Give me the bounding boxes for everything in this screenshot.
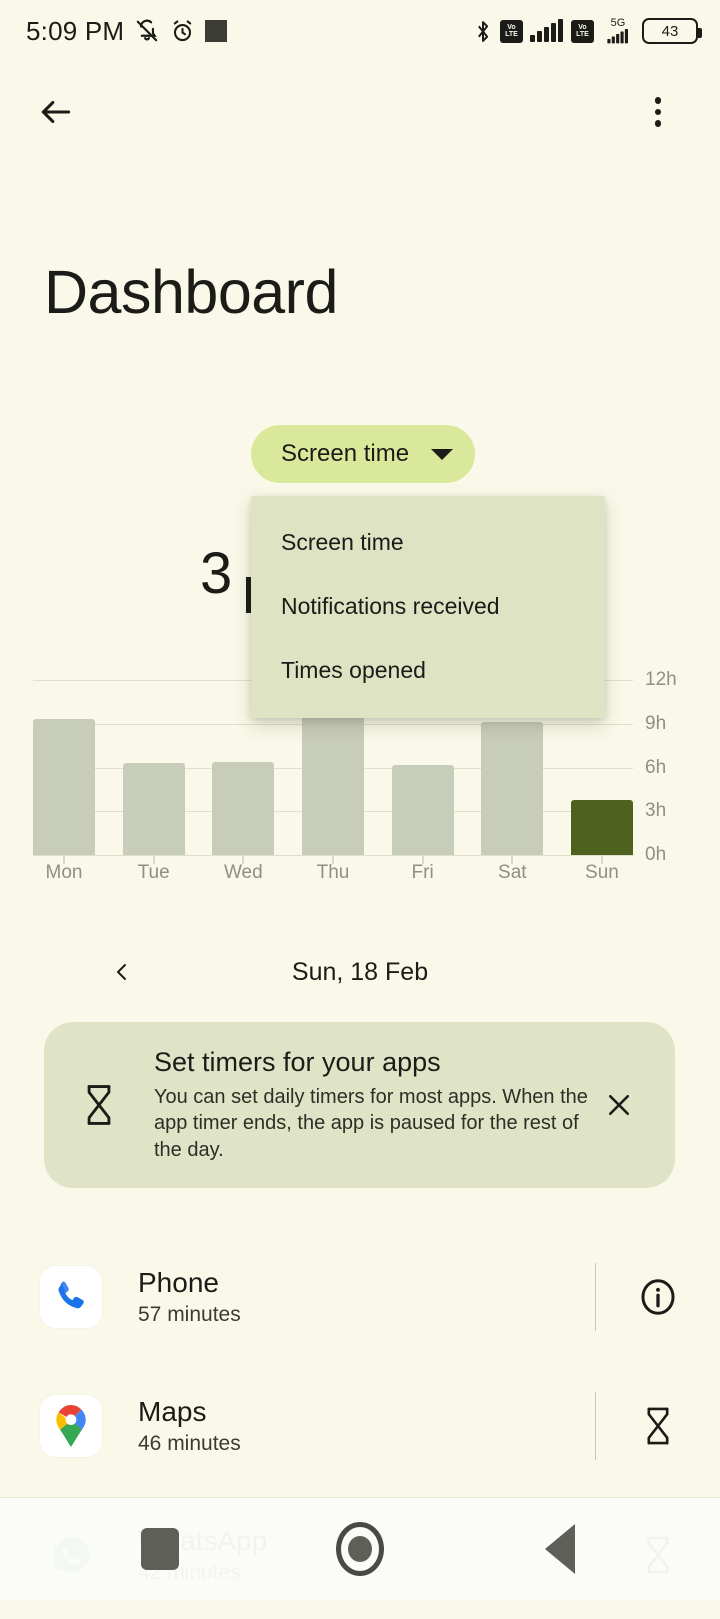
signal-icon-1 — [530, 19, 564, 43]
date-navigation: Sun, 18 Feb — [100, 945, 620, 999]
y-axis-label-0h: 0h — [645, 844, 667, 865]
metric-selector-dropdown: Screen time Notifications received Times… — [251, 496, 605, 718]
app-timer-button[interactable] — [596, 1405, 720, 1447]
app-usage-time: 57 minutes — [138, 1303, 241, 1327]
info-icon — [641, 1278, 675, 1315]
x-axis-tick — [421, 856, 424, 864]
overflow-menu-button[interactable] — [632, 86, 684, 138]
previous-day-button[interactable] — [100, 950, 144, 994]
volte-top-2: Vo — [578, 24, 587, 31]
maps-app-icon — [40, 1394, 102, 1457]
app-info-button[interactable] — [596, 1276, 720, 1318]
mute-bell-icon — [134, 18, 160, 44]
menu-item-times-opened[interactable]: Times opened — [251, 638, 605, 702]
system-back-button[interactable] — [515, 1504, 605, 1594]
app-name: Maps — [138, 1395, 207, 1427]
battery-icon: 43 — [642, 18, 702, 44]
list-item-text: Phone 57 minutes — [138, 1266, 595, 1327]
5g-label: 5G — [610, 17, 626, 29]
recents-icon — [141, 1528, 179, 1570]
bar-sat[interactable] — [481, 722, 544, 855]
y-axis-label-9h: 9h — [645, 712, 667, 734]
metric-selector-label: Screen time — [281, 440, 410, 467]
tip-card-description: You can set daily timers for most apps. … — [154, 1085, 588, 1161]
x-axis-label-wed: Wed — [223, 862, 263, 883]
y-axis-label-6h: 6h — [645, 756, 667, 778]
recents-button[interactable] — [115, 1504, 205, 1594]
x-axis-tick — [511, 856, 514, 864]
bar-sun[interactable] — [570, 799, 633, 855]
bar-column[interactable] — [122, 680, 185, 855]
page-title: Dashboard — [44, 258, 338, 326]
list-item[interactable]: Maps 46 minutes — [0, 1361, 720, 1490]
x-axis-label-tue: Tue — [137, 862, 170, 883]
bluetooth-icon — [473, 19, 493, 44]
app-bar — [0, 76, 720, 148]
x-axis-label-thu: Thu — [316, 862, 350, 883]
y-axis-label-12h: 12h — [645, 669, 677, 690]
back-arrow-icon — [41, 100, 71, 124]
app-name: Phone — [138, 1266, 219, 1298]
menu-item-screen-time[interactable]: Screen time — [251, 510, 605, 574]
app-usage-time: 46 minutes — [138, 1432, 241, 1456]
square-status-icon — [205, 20, 228, 42]
set-timers-tip-card[interactable]: Set timers for your apps You can set dai… — [44, 1022, 675, 1188]
x-axis-label-sat: Sat — [498, 862, 527, 883]
system-navigation-bar — [0, 1497, 720, 1600]
hourglass-icon — [44, 1082, 154, 1128]
tip-card-body: Set timers for your apps You can set dai… — [154, 1047, 589, 1163]
x-axis-tick — [242, 856, 245, 864]
status-bar: 5:09 PM Vo LTE Vo LTE 5G 43 — [0, 0, 720, 62]
x-axis-tick — [63, 856, 65, 864]
chevron-left-icon — [117, 964, 126, 980]
battery-level: 43 — [661, 22, 679, 40]
x-axis-tick — [152, 856, 155, 864]
y-axis-label-3h: 3h — [645, 800, 667, 822]
metric-selector-chip[interactable]: Screen time — [251, 425, 476, 483]
back-button[interactable] — [30, 86, 82, 138]
x-axis-tick — [332, 856, 334, 864]
current-date-label: Sun, 18 Feb — [291, 957, 429, 986]
more-vertical-icon — [654, 97, 662, 127]
volte-bottom-2: LTE — [576, 31, 589, 38]
bar-wed[interactable] — [212, 761, 275, 855]
hourglass-icon — [647, 1407, 669, 1444]
bar-column[interactable] — [33, 680, 95, 855]
status-bar-right: Vo LTE Vo LTE 5G 43 — [473, 18, 702, 44]
phone-glyph-icon — [58, 1281, 84, 1308]
x-axis-label-sun: Sun — [585, 862, 619, 883]
text-cursor — [246, 577, 251, 613]
status-bar-left: 5:09 PM — [26, 15, 228, 47]
bar-mon[interactable] — [33, 719, 95, 855]
volte-icon-1: Vo LTE — [500, 19, 523, 43]
home-button[interactable] — [315, 1504, 405, 1594]
list-item[interactable]: Phone 57 minutes — [0, 1232, 720, 1361]
menu-item-notifications-received[interactable]: Notifications received — [251, 574, 605, 638]
home-icon — [336, 1522, 384, 1576]
signal-icon-2 — [601, 29, 635, 44]
maps-glyph-icon — [56, 1404, 86, 1447]
x-axis-label-mon: Mon — [45, 862, 83, 883]
volte-icon-2: Vo LTE — [571, 19, 594, 43]
volte-bottom: LTE — [505, 31, 518, 38]
back-triangle-icon — [545, 1524, 575, 1574]
chart-x-axis-labels: Mon Tue Wed Thu Fri Sat Sun — [33, 862, 633, 884]
5g-signal-group: 5G — [601, 18, 635, 44]
chevron-down-icon — [431, 448, 454, 460]
x-axis-label-fri: Fri — [411, 862, 434, 883]
alarm-icon — [170, 19, 195, 44]
status-bar-clock: 5:09 PM — [26, 15, 125, 46]
phone-app-icon — [40, 1265, 102, 1328]
x-axis-tick — [601, 856, 603, 864]
bar-thu[interactable] — [301, 706, 364, 855]
tip-card-close-button[interactable] — [589, 1075, 649, 1135]
list-item-text: Maps 46 minutes — [138, 1395, 595, 1456]
tip-card-title: Set timers for your apps — [154, 1046, 441, 1077]
volte-top: Vo — [507, 24, 516, 31]
close-icon — [608, 1094, 630, 1116]
bar-tue[interactable] — [122, 763, 185, 855]
bar-fri[interactable] — [391, 764, 454, 855]
